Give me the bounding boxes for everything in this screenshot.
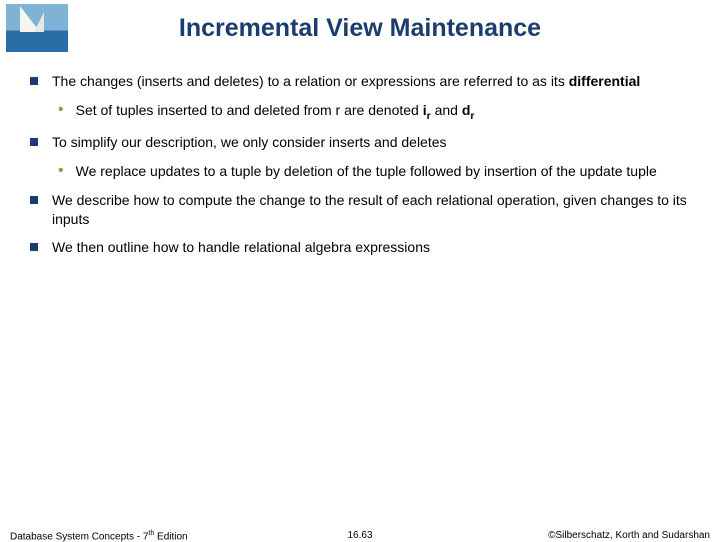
slide-title: Incremental View Maintenance [0, 14, 720, 43]
bullet-text: We then outline how to handle relational… [52, 238, 430, 257]
sub-bullet-text: We replace updates to a tuple by deletio… [76, 162, 657, 181]
sub-bullet-text: Set of tuples inserted to and deleted fr… [76, 101, 475, 123]
bullet-text: We describe how to compute the change to… [52, 191, 690, 229]
dot-bullet-icon: • [58, 162, 64, 181]
square-bullet-icon [30, 138, 38, 146]
slide-content: The changes (inserts and deletes) to a r… [30, 72, 690, 267]
dot-bullet-icon: • [58, 101, 64, 123]
footer-copyright: ©Silberschatz, Korth and Sudarshan [548, 530, 710, 541]
square-bullet-icon [30, 243, 38, 251]
bullet-item: The changes (inserts and deletes) to a r… [30, 72, 690, 91]
square-bullet-icon [30, 77, 38, 85]
sub-bullet-item: • Set of tuples inserted to and deleted … [58, 101, 690, 123]
bullet-item: To simplify our description, we only con… [30, 133, 690, 152]
bullet-item: We describe how to compute the change to… [30, 191, 690, 229]
bullet-text: The changes (inserts and deletes) to a r… [52, 72, 640, 91]
sub-bullet-item: • We replace updates to a tuple by delet… [58, 162, 690, 181]
square-bullet-icon [30, 196, 38, 204]
bullet-item: We then outline how to handle relational… [30, 238, 690, 257]
bullet-text: To simplify our description, we only con… [52, 133, 447, 152]
